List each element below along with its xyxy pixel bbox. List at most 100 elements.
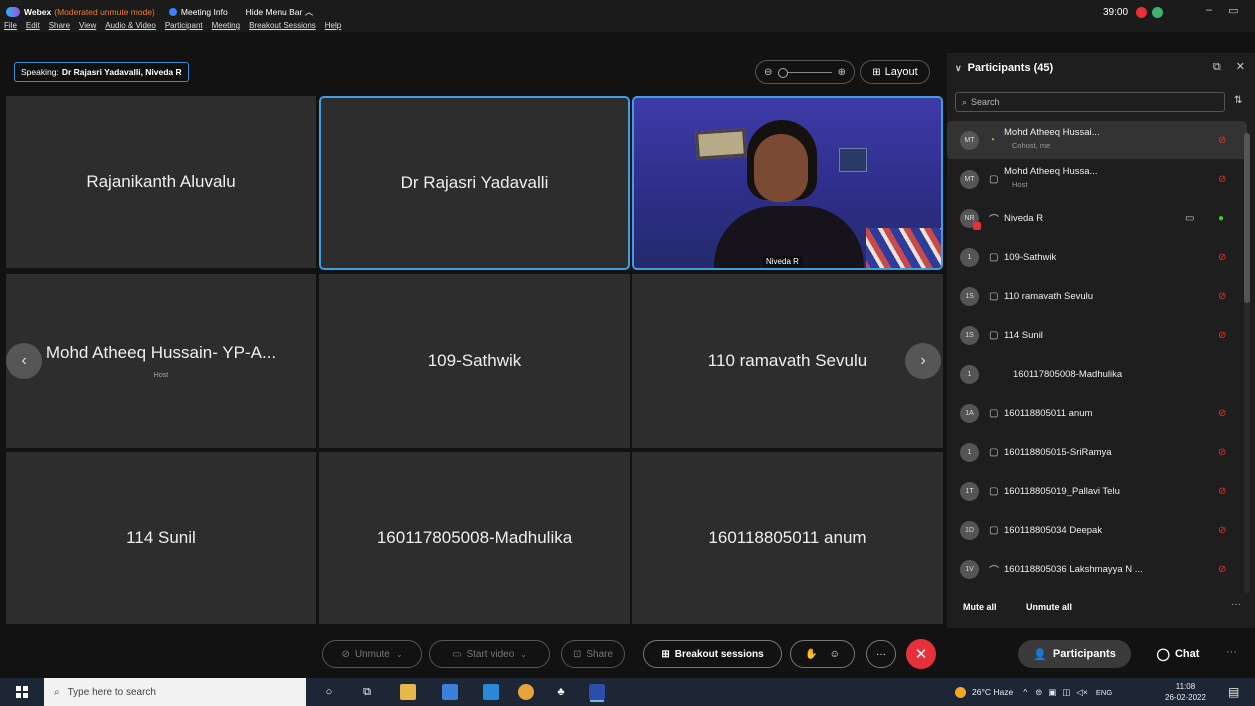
zoom-in-icon[interactable]: ⊕ (838, 67, 846, 78)
avatar: NR (960, 208, 981, 230)
video-tile-camera[interactable]: Niveda R (632, 96, 943, 270)
more-options-icon[interactable]: ··· (1231, 599, 1241, 610)
participant-row[interactable]: MT ▢ Mohd Atheeq Hussa... Host ⊘ (947, 160, 1247, 198)
webex-taskbar-icon[interactable] (589, 684, 605, 700)
notifications-icon[interactable]: ▤ (1228, 685, 1239, 699)
participant-row[interactable]: 1 ▢ 160118805015-SriRamya ⊘ (947, 433, 1247, 471)
mute-all-button[interactable]: Mute all (963, 602, 997, 612)
video-tile-active-speaker[interactable]: Dr Rajasri Yadavalli (319, 96, 630, 270)
layout-button[interactable]: ⊞ Layout (860, 60, 930, 84)
menu-file[interactable]: File (4, 21, 17, 30)
video-tile[interactable]: Rajanikanth Aluvalu (6, 96, 316, 268)
menu-breakout-sessions[interactable]: Breakout Sessions (249, 21, 316, 30)
menu-edit[interactable]: Edit (26, 21, 40, 30)
share-button[interactable]: ⊡ Share (561, 640, 625, 668)
headset-icon: ⌒ (989, 565, 999, 577)
next-page-button[interactable]: › (905, 343, 941, 379)
app-icon[interactable]: ♣ (553, 684, 569, 700)
clock[interactable]: 11:08 26-02-2022 (1165, 681, 1206, 703)
video-tile[interactable]: 109-Sathwik (319, 274, 630, 448)
status-icon[interactable] (1152, 7, 1163, 18)
menu-help[interactable]: Help (325, 21, 341, 30)
video-tile[interactable]: 160117805008-Madhulika (319, 452, 630, 624)
video-tile[interactable]: 160118805011 anum (632, 452, 943, 624)
participant-row[interactable]: 1A ▢ 160118805011 anum ⊘ (947, 394, 1247, 432)
recording-icon[interactable] (1136, 7, 1147, 18)
menu-audio-video[interactable]: Audio & Video (105, 21, 156, 30)
avatar: 1A (960, 403, 979, 423)
participant-row[interactable]: 1T ▢ 160118805019_Pallavi Telu ⊘ (947, 472, 1247, 510)
menu-view[interactable]: View (79, 21, 96, 30)
chevron-down-icon[interactable]: ∨ (955, 63, 962, 74)
panel-header[interactable]: ∨ Participants (45) (955, 62, 1053, 74)
mic-muted-icon[interactable]: ⊘ (1218, 525, 1226, 536)
popout-icon[interactable]: ⧉ (1213, 61, 1221, 73)
reactions-icon[interactable]: ☺ (830, 649, 840, 660)
chrome-icon[interactable] (518, 684, 534, 700)
video-tile[interactable]: 114 Sunil (6, 452, 316, 624)
video-camera-icon[interactable]: ▭ (1185, 213, 1194, 224)
mic-muted-icon[interactable]: ⊘ (1218, 252, 1226, 263)
sort-icon[interactable]: ⇅ (1234, 95, 1242, 106)
more-panels-icon[interactable]: ··· (1226, 646, 1237, 658)
mail-icon[interactable] (483, 684, 499, 700)
minimize-icon[interactable]: – (1206, 4, 1212, 17)
mic-on-icon[interactable]: ● (1218, 213, 1224, 224)
mic-muted-icon[interactable]: ⊘ (1218, 135, 1226, 146)
more-options-button[interactable]: ··· (866, 640, 896, 668)
participants-scrollbar[interactable] (1244, 133, 1250, 593)
chevron-up-icon[interactable]: ^ (1023, 687, 1027, 697)
scrollbar-thumb[interactable] (1244, 133, 1250, 303)
menu-participant[interactable]: Participant (165, 21, 203, 30)
hide-menu-bar-button[interactable]: Hide Menu Bar ︿ (246, 6, 314, 18)
device-icon: ▢ (989, 407, 999, 419)
unmute-all-button[interactable]: Unmute all (1026, 602, 1072, 612)
chevron-down-icon[interactable]: ⌄ (396, 650, 403, 659)
network-icon[interactable]: ⊜ (1035, 687, 1042, 698)
participants-tab[interactable]: 👤 Participants (1018, 640, 1131, 668)
prev-page-button[interactable]: ‹ (6, 343, 42, 379)
participant-row[interactable]: 1D ▢ 160118805034 Deepak ⊘ (947, 511, 1247, 549)
participant-row[interactable]: NR ⌒ Niveda R ▭ ● (947, 199, 1247, 237)
video-tile[interactable]: 110 ramavath Sevulu (632, 274, 943, 448)
participant-search-input[interactable]: ⌕ Search (955, 92, 1225, 112)
participant-row[interactable]: 1V ⌒ 160118805036 Lakshmayya N ... ⊘ (947, 550, 1247, 588)
zoom-slider[interactable]: ⊖ ⊕ (755, 60, 855, 84)
raise-hand-icon[interactable]: ✋ (805, 649, 817, 660)
chat-tab[interactable]: ◯ Chat (1148, 640, 1208, 668)
meeting-info-button[interactable]: Meeting Info (168, 7, 228, 17)
mic-muted-icon[interactable]: ⊘ (1218, 330, 1226, 341)
participant-row[interactable]: 1S ▢ 110 ramavath Sevulu ⊘ (947, 277, 1247, 315)
start-video-button[interactable]: ▭ Start video ⌄ (429, 640, 550, 668)
file-explorer-icon[interactable] (400, 684, 416, 700)
speaker-icon[interactable]: ◁× (1076, 687, 1088, 698)
video-tile[interactable]: Mohd Atheeq Hussain- YP-A... Host (6, 274, 316, 448)
unmute-button[interactable]: ⊘ Unmute ⌄ (322, 640, 422, 668)
breakout-sessions-button[interactable]: ⊞ Breakout sessions (643, 640, 782, 668)
chevron-down-icon[interactable]: ⌄ (520, 650, 527, 659)
participant-row[interactable]: 1S ▢ 114 Sunil ⊘ (947, 316, 1247, 354)
participant-row[interactable]: MT ◔ Mohd Atheeq Hussai... Cohost, me ⊘ (947, 121, 1247, 159)
maximize-icon[interactable]: ▭ (1228, 4, 1238, 17)
windows-start-icon[interactable] (16, 686, 28, 698)
menu-meeting[interactable]: Meeting (212, 21, 240, 30)
close-panel-icon[interactable]: ✕ (1236, 61, 1245, 73)
mic-muted-icon[interactable]: ⊘ (1218, 291, 1226, 302)
participant-row[interactable]: 1 160117805008-Madhulika (947, 355, 1247, 393)
mic-muted-icon[interactable]: ⊘ (1218, 486, 1226, 497)
leave-meeting-button[interactable]: ✕ (906, 639, 936, 669)
task-view-icon[interactable]: ⧉ (359, 684, 375, 700)
zoom-out-icon[interactable]: ⊖ (764, 67, 772, 78)
participant-row[interactable]: 1 ▢ 109-Sathwik ⊘ (947, 238, 1247, 276)
wifi-icon[interactable]: ◫ (1062, 687, 1070, 698)
mic-muted-icon[interactable]: ⊘ (1218, 174, 1226, 185)
display-icon[interactable]: ▣ (1048, 687, 1056, 698)
menu-share[interactable]: Share (49, 21, 70, 30)
mic-muted-icon[interactable]: ⊘ (1218, 408, 1226, 419)
cortana-icon[interactable]: ○ (321, 684, 337, 700)
mic-muted-icon[interactable]: ⊘ (1218, 564, 1226, 575)
taskbar-search-input[interactable]: ⌕ Type here to search (44, 678, 306, 706)
store-icon[interactable] (442, 684, 458, 700)
mic-muted-icon[interactable]: ⊘ (1218, 447, 1226, 458)
zoom-track[interactable] (778, 67, 832, 78)
